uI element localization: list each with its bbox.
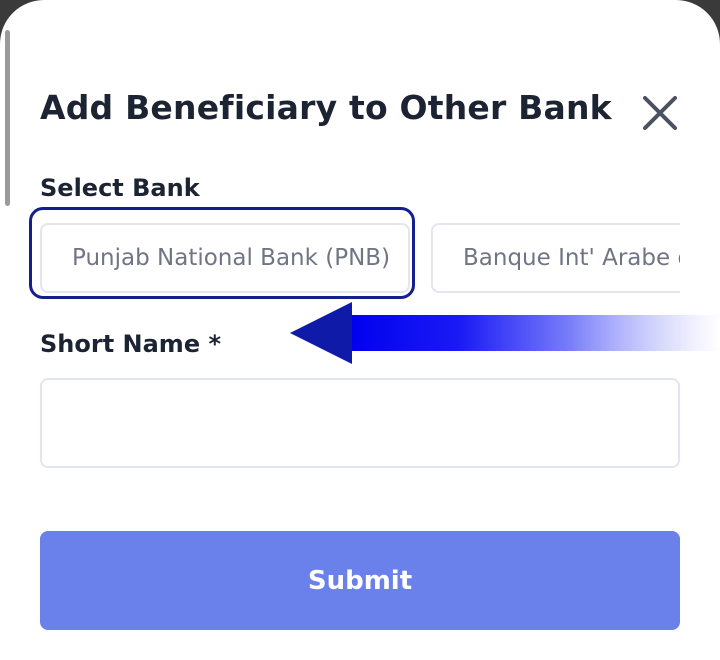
scrollbar[interactable] (5, 30, 10, 206)
short-name-input[interactable] (40, 378, 680, 468)
bank-options-row: Punjab National Bank (PNB) Banque Int' A… (0, 207, 680, 301)
close-icon[interactable] (639, 92, 681, 134)
submit-button[interactable]: Submit (40, 531, 680, 630)
pointer-arrow-icon (290, 302, 720, 364)
short-name-label: Short Name * (40, 330, 221, 358)
select-bank-label: Select Bank (40, 174, 200, 202)
bank-option-pnb[interactable]: Punjab National Bank (PNB) (40, 223, 410, 293)
bottom-sheet: Add Beneficiary to Other Bank Select Ban… (0, 0, 720, 660)
dialog-title: Add Beneficiary to Other Bank (40, 88, 612, 127)
bank-option-biat[interactable]: Banque Int' Arabe de Tunisie (431, 223, 680, 293)
